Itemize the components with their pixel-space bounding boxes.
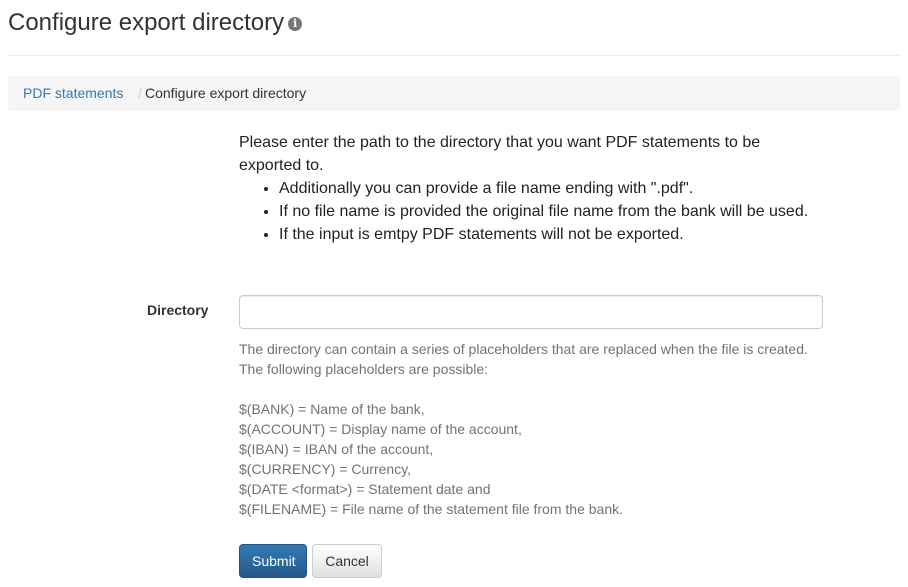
intro-paragraph: Please enter the path to the directory t… xyxy=(239,134,761,174)
directory-input[interactable] xyxy=(239,295,823,329)
help-placeholder-line: $(BANK) = Name of the bank, xyxy=(239,401,425,417)
help-placeholder-line: $(IBAN) = IBAN of the account, xyxy=(239,441,434,457)
page-title: Configure export directory i xyxy=(8,8,303,38)
page-header: Configure export directory i xyxy=(8,4,900,56)
help-placeholder-line: $(DATE <format>) = Statement date and xyxy=(239,481,491,497)
breadcrumb-active-item: Configure export directory xyxy=(145,85,307,101)
info-circle-icon[interactable]: i xyxy=(288,17,303,31)
help-spacer xyxy=(239,379,839,399)
help-placeholder-line: $(CURRENCY) = Currency, xyxy=(239,461,412,477)
intro-bullet-list: Additionally you can provide a file name… xyxy=(239,177,819,246)
intro-bullet: If the input is emtpy PDF statements wil… xyxy=(279,223,819,246)
help-placeholder-line: $(FILENAME) = File name of the statement… xyxy=(239,501,623,517)
help-placeholder-line: $(ACCOUNT) = Display name of the account… xyxy=(239,421,522,437)
directory-help-text: The directory can contain a series of pl… xyxy=(239,339,839,519)
submit-button[interactable]: Submit xyxy=(239,544,307,578)
breadcrumb-separator: / xyxy=(138,85,142,101)
cancel-button[interactable]: Cancel xyxy=(312,544,382,578)
page-title-text: Configure export directory xyxy=(8,9,285,36)
directory-label: Directory xyxy=(147,302,209,318)
help-line: The following placeholders are possible: xyxy=(239,361,489,377)
breadcrumb-link-pdf-statements[interactable]: PDF statements xyxy=(23,76,123,111)
intro-text: Please enter the path to the directory t… xyxy=(239,131,819,246)
intro-bullet: If no file name is provided the original… xyxy=(279,200,819,223)
intro-bullet: Additionally you can provide a file name… xyxy=(279,177,819,200)
breadcrumb: PDF statements / Configure export direct… xyxy=(8,76,900,111)
help-line: The directory can contain a series of pl… xyxy=(239,341,808,357)
